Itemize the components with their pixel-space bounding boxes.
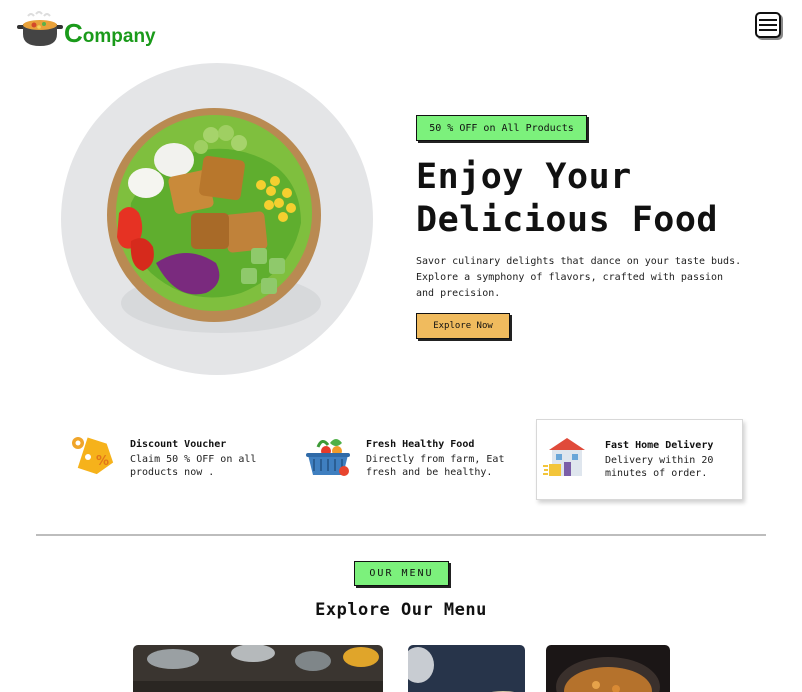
cooking-pot-icon (17, 11, 63, 46)
feature-title: Discount Voucher (130, 439, 227, 450)
salad-bowl-illustration (107, 108, 321, 333)
home-delivery-icon (543, 438, 585, 476)
vegetable-basket-icon (306, 439, 350, 476)
explore-now-button[interactable]: Explore Now (416, 313, 510, 339)
curry-pot-photo (546, 645, 670, 692)
feature-description: Directly from farm, Eat fresh and be heal… (366, 454, 505, 478)
hero-title-line-2: Delicious Food (416, 200, 719, 240)
feature-discount-voucher: % Discount Voucher Claim 50 % OFF on all… (68, 419, 278, 500)
menu-section-badge: OUR MENU (354, 561, 449, 586)
section-divider (36, 534, 766, 536)
feature-fast-home-delivery: Fast Home Delivery Delivery within 20 min… (536, 419, 743, 500)
brand-name: Company (64, 17, 156, 48)
hero-food-image (61, 63, 373, 375)
hero-title-line-1: Enjoy Your (416, 157, 632, 197)
menu-item-image[interactable] (133, 645, 383, 692)
feature-title: Fast Home Delivery (605, 440, 714, 451)
hamburger-menu-button[interactable] (755, 12, 781, 38)
feature-description: Claim 50 % OFF on all products now . (130, 454, 257, 478)
hamburger-line (759, 24, 777, 26)
brand-logo[interactable]: Company (16, 10, 156, 50)
spice-jars-photo (133, 645, 383, 692)
feature-title: Fresh Healthy Food (366, 439, 475, 450)
discount-tag-icon: % (72, 437, 114, 475)
hamburger-line (759, 19, 777, 21)
feature-fresh-healthy-food: Fresh Healthy Food Directly from farm, E… (304, 419, 514, 500)
hero-title: Enjoy Your Delicious Food (416, 156, 756, 242)
feature-description: Delivery within 20 minutes of order. (605, 455, 714, 479)
hero-description: Savor culinary delights that dance on yo… (416, 256, 742, 299)
menu-item-image[interactable] (546, 645, 670, 692)
menu-item-image[interactable] (408, 645, 525, 692)
menu-section-title: Explore Our Menu (315, 600, 487, 620)
hamburger-line (759, 29, 777, 31)
food-plate-photo (408, 645, 525, 692)
offer-badge: 50 % OFF on All Products (416, 115, 587, 141)
svg-text:%: % (96, 454, 109, 469)
